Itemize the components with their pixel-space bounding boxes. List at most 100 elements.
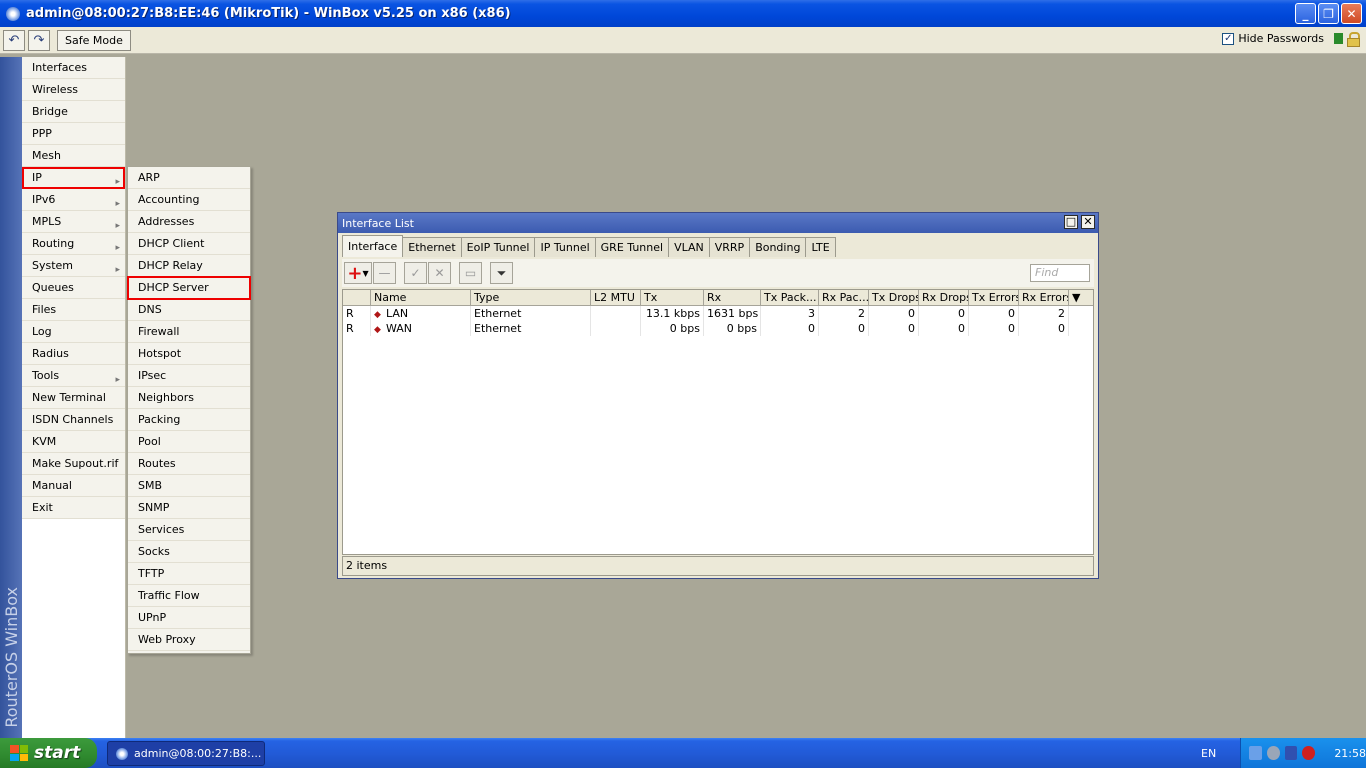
speaker-icon[interactable] (1266, 746, 1280, 760)
ip-submenu-item-services[interactable]: Services (128, 519, 250, 541)
tab-vrrp[interactable]: VRRP (708, 237, 751, 257)
find-input[interactable]: Find (1030, 264, 1090, 282)
menu-item-label: IPv6 (32, 193, 56, 206)
column-header-tx[interactable]: Tx (641, 290, 704, 305)
window-titlebar[interactable]: admin@08:00:27:B8:EE:46 (MikroTik) - Win… (0, 0, 1366, 27)
menu-item-routing[interactable]: Routing ▸ (22, 233, 125, 255)
security-shield-icon[interactable] (1302, 746, 1316, 760)
restore-button[interactable]: ❐ (1318, 3, 1339, 24)
column-header-rx-drops[interactable]: Rx Drops (919, 290, 969, 305)
column-header-type[interactable]: Type (471, 290, 591, 305)
column-header-l2-mtu[interactable]: L2 MTU (591, 290, 641, 305)
menu-item-manual[interactable]: Manual (22, 475, 125, 497)
menu-item-ipv6[interactable]: IPv6 ▸ (22, 189, 125, 211)
ip-submenu: ARP Accounting Addresses DHCP Client DHCP Re… (127, 166, 251, 654)
column-header-tx-errors[interactable]: Tx Errors (969, 290, 1019, 305)
ip-submenu-item-socks[interactable]: Socks (128, 541, 250, 563)
safe-mode-button[interactable]: Safe Mode (57, 29, 131, 51)
ip-submenu-item-arp[interactable]: ARP (128, 167, 250, 189)
network-icon[interactable] (1249, 746, 1262, 760)
menu-item-label: Tools (32, 369, 60, 382)
menu-item-mpls[interactable]: MPLS ▸ (22, 211, 125, 233)
tab-interface[interactable]: Interface (342, 235, 404, 257)
disable-button[interactable]: ✕ (428, 262, 451, 284)
ip-submenu-item-web-proxy[interactable]: Web Proxy (128, 629, 250, 651)
remove-button[interactable]: — (373, 262, 396, 284)
close-window-button[interactable]: ✕ (1081, 215, 1095, 229)
taskbar-winbox-task[interactable]: admin@08:00:27:B8:... (107, 741, 265, 766)
ip-submenu-item-neighbors[interactable]: Neighbors (128, 387, 250, 409)
ip-submenu-item-dhcp-server[interactable]: DHCP Server (127, 276, 251, 300)
language-indicator[interactable]: EN (1201, 747, 1216, 760)
brand-text: RouterOS WinBox (2, 587, 21, 728)
hide-passwords-checkbox[interactable]: ✓ (1222, 32, 1235, 45)
ip-submenu-item-accounting[interactable]: Accounting (128, 189, 250, 211)
ip-submenu-item-dns[interactable]: DNS (128, 299, 250, 321)
ip-submenu-item-dhcp-client[interactable]: DHCP Client (128, 233, 250, 255)
menu-item-label: PPP (32, 127, 52, 140)
menu-item-mesh[interactable]: Mesh (22, 145, 125, 167)
menu-item-wireless[interactable]: Wireless (22, 79, 125, 101)
menu-item-isdn-channels[interactable]: ISDN Channels (22, 409, 125, 431)
add-button[interactable]: + ▼ (344, 262, 372, 284)
menu-item-radius[interactable]: Radius (22, 343, 125, 365)
table-row[interactable]: R ◆ WAN Ethernet 0 bps 0 bps 0 0 0 0 0 0 (343, 321, 1093, 336)
column-header-rx-pac-[interactable]: Rx Pac... (819, 290, 869, 305)
tab-bonding[interactable]: Bonding (749, 237, 807, 257)
taskbar: start admin@08:00:27:B8:... EN 21:58 (0, 738, 1366, 768)
ip-submenu-item-tftp[interactable]: TFTP (128, 563, 250, 585)
menu-item-new-terminal[interactable]: New Terminal (22, 387, 125, 409)
menu-item-ip[interactable]: IP ▸ (22, 167, 125, 189)
menu-item-make-supout-rif[interactable]: Make Supout.rif (22, 453, 125, 475)
tab-ethernet[interactable]: Ethernet (402, 237, 462, 257)
interface-list-titlebar[interactable]: Interface List □ ✕ (338, 213, 1098, 233)
tab-vlan[interactable]: VLAN (668, 237, 710, 257)
column-header-tx-drops[interactable]: Tx Drops (869, 290, 919, 305)
menu-item-system[interactable]: System ▸ (22, 255, 125, 277)
menu-item-tools[interactable]: Tools ▸ (22, 365, 125, 387)
menu-item-queues[interactable]: Queues (22, 277, 125, 299)
ip-submenu-item-traffic-flow[interactable]: Traffic Flow (128, 585, 250, 607)
redo-button[interactable]: ↷ (28, 29, 50, 51)
ip-submenu-item-smb[interactable]: SMB (128, 475, 250, 497)
menu-item-bridge[interactable]: Bridge (22, 101, 125, 123)
filter-button[interactable]: ⏷ (490, 262, 513, 284)
tab-eoip-tunnel[interactable]: EoIP Tunnel (460, 237, 536, 257)
ip-submenu-item-hotspot[interactable]: Hotspot (128, 343, 250, 365)
menu-item-interfaces[interactable]: Interfaces (22, 57, 125, 79)
enable-button[interactable]: ✓ (404, 262, 427, 284)
menu-item-log[interactable]: Log (22, 321, 125, 343)
ip-submenu-item-dhcp-relay[interactable]: DHCP Relay (128, 255, 250, 277)
menu-item-ppp[interactable]: PPP (22, 123, 125, 145)
ip-submenu-item-ipsec[interactable]: IPsec (128, 365, 250, 387)
ip-submenu-item-pool[interactable]: Pool (128, 431, 250, 453)
ip-submenu-item-snmp[interactable]: SNMP (128, 497, 250, 519)
minimize-button[interactable]: _ (1295, 3, 1316, 24)
menu-item-exit[interactable]: Exit (22, 497, 125, 519)
ip-submenu-item-packing[interactable]: Packing (128, 409, 250, 431)
undo-button[interactable]: ↶ (3, 29, 25, 51)
ip-submenu-item-addresses[interactable]: Addresses (128, 211, 250, 233)
maximize-window-button[interactable]: □ (1064, 215, 1078, 229)
column-header-flag[interactable] (343, 290, 371, 305)
ip-submenu-item-upnp[interactable]: UPnP (128, 607, 250, 629)
ip-submenu-item-routes[interactable]: Routes (128, 453, 250, 475)
start-button[interactable]: start (0, 738, 97, 768)
column-header-rx[interactable]: Rx (704, 290, 761, 305)
close-button[interactable]: ✕ (1341, 3, 1362, 24)
menu-item-kvm[interactable]: KVM (22, 431, 125, 453)
columns-dropdown-icon[interactable]: ▼ (1069, 290, 1089, 305)
tab-ip-tunnel[interactable]: IP Tunnel (534, 237, 596, 257)
comment-button[interactable]: ▭ (459, 262, 482, 284)
column-header-name[interactable]: Name (371, 290, 471, 305)
column-header-rx-errors[interactable]: Rx Errors (1019, 290, 1069, 305)
ip-submenu-item-firewall[interactable]: Firewall (128, 321, 250, 343)
menu-item-label: Radius (32, 347, 69, 360)
menu-item-files[interactable]: Files (22, 299, 125, 321)
column-header-tx-pack-[interactable]: Tx Pack... (761, 290, 819, 305)
device-icon[interactable] (1284, 746, 1298, 760)
cell-l2mtu (591, 321, 641, 336)
tab-gre-tunnel[interactable]: GRE Tunnel (594, 237, 670, 257)
table-row[interactable]: R ◆ LAN Ethernet 13.1 kbps 1631 bps 3 2 0 0 0 2 (343, 306, 1093, 321)
tab-lte[interactable]: LTE (805, 237, 836, 257)
